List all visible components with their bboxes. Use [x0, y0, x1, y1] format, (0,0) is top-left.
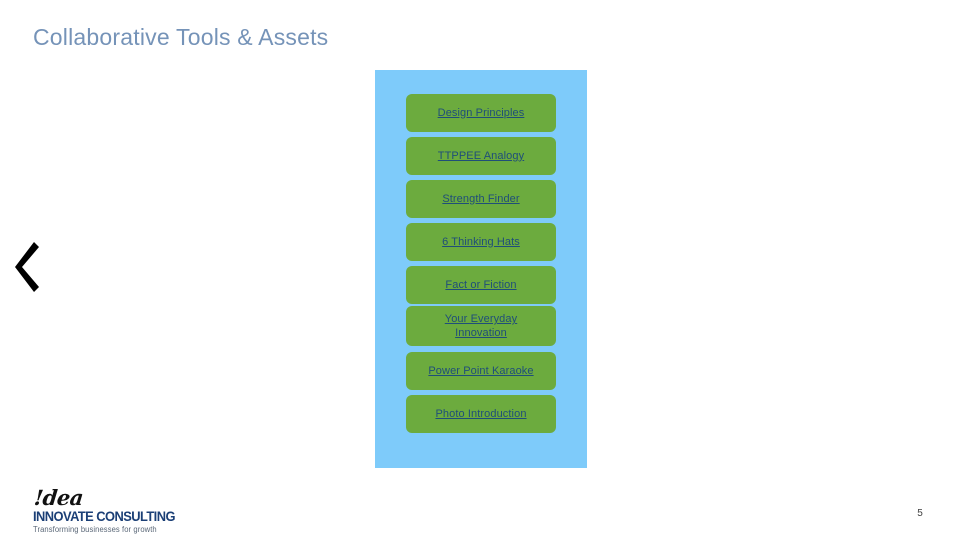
menu-button-label: Photo Introduction — [435, 407, 527, 420]
menu-button-label: 6 Thinking Hats — [442, 235, 520, 248]
menu-panel: Design Principles TTPPEE Analogy Strengt… — [375, 70, 587, 468]
menu-button-label: Power Point Karaoke — [428, 364, 534, 377]
menu-button-6-thinking-hats[interactable]: 6 Thinking Hats — [406, 223, 556, 261]
menu-button-photo-introduction[interactable]: Photo Introduction — [406, 395, 556, 433]
chevron-left-icon[interactable] — [12, 240, 42, 294]
menu-button-power-point-karaoke[interactable]: Power Point Karaoke — [406, 352, 556, 390]
menu-button-your-everyday-innovation[interactable]: Your Everyday Innovation — [406, 306, 556, 346]
menu-button-label: Fact or Fiction — [445, 278, 517, 291]
menu-button-label: Strength Finder — [442, 192, 520, 205]
menu-button-fact-or-fiction[interactable]: Fact or Fiction — [406, 266, 556, 304]
logo-company-name: INNOVATE CONSULTING — [33, 508, 175, 524]
menu-button-strength-finder[interactable]: Strength Finder — [406, 180, 556, 218]
logo-tagline: Transforming businesses for growth — [33, 525, 157, 534]
menu-button-design-principles[interactable]: Design Principles — [406, 94, 556, 132]
menu-button-label: Design Principles — [437, 106, 525, 119]
chevron-left-glyph — [15, 242, 39, 292]
page-number: 5 — [917, 508, 923, 519]
menu-button-ttppee-analogy[interactable]: TTPPEE Analogy — [406, 137, 556, 175]
menu-button-label: Your Everyday Innovation — [444, 313, 518, 339]
menu-button-label: TTPPEE Analogy — [437, 149, 525, 162]
logo-wordmark: !dea — [32, 485, 85, 510]
slide-canvas: Collaborative Tools & Assets Design Prin… — [0, 0, 960, 540]
company-logo: !dea INNOVATE CONSULTING Transforming bu… — [32, 485, 183, 534]
page-title: Collaborative Tools & Assets — [33, 24, 329, 50]
